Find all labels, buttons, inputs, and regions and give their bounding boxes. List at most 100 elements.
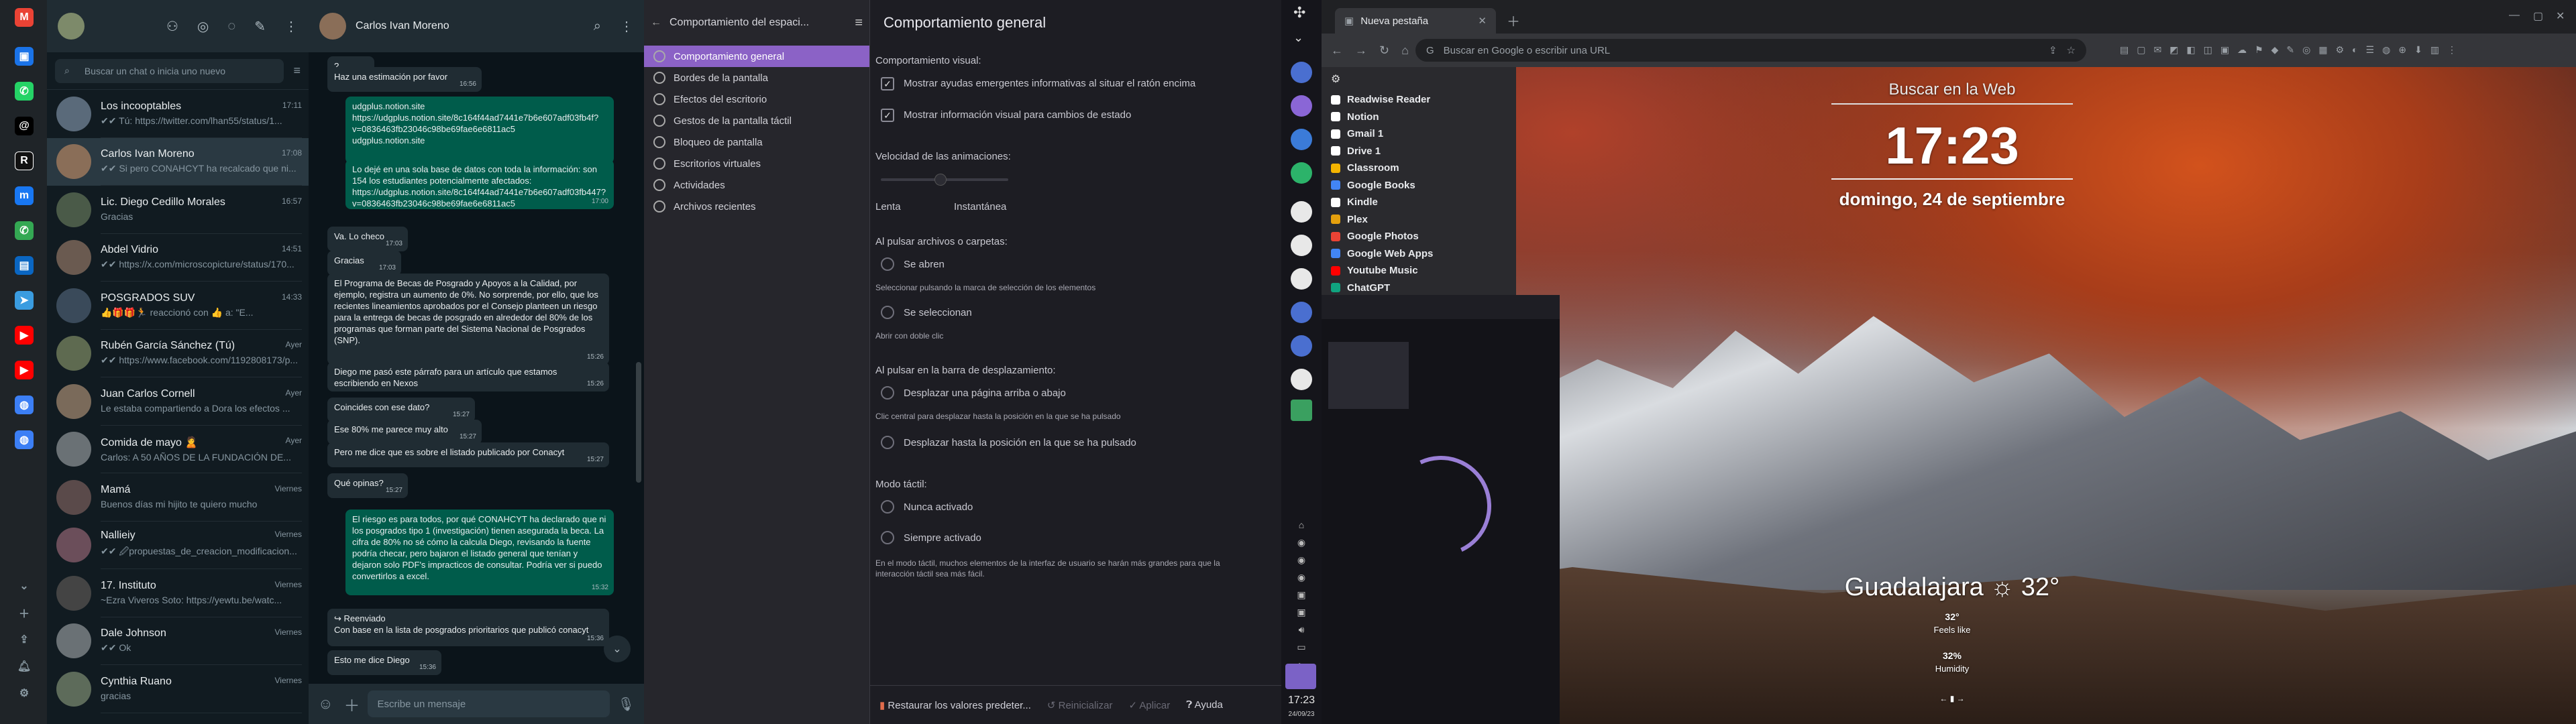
clock-date[interactable]: 24/09/23	[1281, 711, 1322, 718]
select-radio-label[interactable]: Se seleccionan	[904, 307, 972, 318]
folder-icon[interactable]	[1285, 664, 1316, 689]
hamburger-icon[interactable]: ≡	[855, 15, 863, 31]
chat-item[interactable]: Lic. Diego Cedillo Morales 16:57 Gracias	[47, 186, 309, 234]
reset-button[interactable]: ▮ Restaurar los valores predeter...	[879, 699, 1031, 711]
bookmark-item[interactable]: Classroom	[1322, 160, 1516, 177]
new-chat-icon[interactable]: ✎	[254, 18, 266, 35]
always-radio-label[interactable]: Siempre activado	[904, 532, 981, 544]
telegram-icon[interactable]: ➤	[15, 291, 34, 310]
bookmark-item[interactable]: Gmail 1	[1322, 125, 1516, 143]
chat-item[interactable]: Dale Johnson Viernes ✔✔ Ok	[47, 617, 309, 665]
chat-item[interactable]: Comida de mayo 🙎 Ayer Carlos: A 50 AÑOS D…	[47, 426, 309, 473]
web-icon[interactable]: ◍	[15, 396, 34, 414]
gmail-icon[interactable]: M	[15, 8, 34, 27]
channels-icon[interactable]: ◌	[227, 19, 235, 34]
sidebar-item[interactable]: Comportamiento general	[644, 46, 869, 67]
chat-item[interactable]: Juan Carlos Cornell Ayer Le estaba compar…	[47, 377, 309, 426]
home-icon[interactable]: ⌂	[1401, 44, 1409, 58]
app-icon-10[interactable]	[1291, 369, 1312, 390]
microphone-icon[interactable]: 🎙︎	[618, 696, 635, 713]
sidebar-item[interactable]: Bordes de la pantalla	[644, 67, 869, 88]
message-input[interactable]: Escribe un mensaje	[368, 690, 610, 717]
slider-handle[interactable]	[934, 174, 947, 186]
chrome-app-icon[interactable]	[1291, 62, 1312, 83]
files-icon[interactable]	[1291, 129, 1312, 150]
close-window-icon[interactable]: ✕	[2556, 9, 2565, 23]
overlay-side-icons[interactable]	[1529, 328, 1550, 463]
tooltip-checkbox[interactable]: ✓	[881, 77, 894, 90]
docs-icon[interactable]: ▤	[15, 256, 34, 275]
apply-button[interactable]: ✓ Aplicar	[1128, 699, 1170, 711]
chat-item[interactable]: 17. Instituto Viernes ~Ezra Viveros Soto:…	[47, 569, 309, 617]
app-icon-4[interactable]	[1291, 162, 1312, 184]
feedback-checkbox-label[interactable]: Mostrar información visual para cambios …	[904, 109, 1131, 121]
phone-icon[interactable]: ✆	[15, 221, 34, 240]
app-icon-7[interactable]	[1291, 268, 1312, 290]
open-radio[interactable]	[881, 257, 894, 271]
search-icon[interactable]: ⌕	[594, 19, 601, 34]
scroll-down-icon[interactable]: ⌄	[604, 636, 631, 662]
message-bubble[interactable]: Va. Lo checo 17:03	[327, 227, 408, 251]
weather-widget[interactable]: Guadalajara ☼ 32°	[1838, 573, 2066, 602]
overlay-thumbnail[interactable]	[1328, 342, 1409, 409]
back-arrow-icon[interactable]: ←	[651, 17, 661, 29]
tooltip-checkbox-label[interactable]: Mostrar ayudas emergentes informativas a…	[904, 78, 1195, 89]
bookmarks-gear-icon[interactable]: ⚙	[1322, 67, 1516, 91]
launcher-icon[interactable]: ✣	[1293, 4, 1305, 21]
chat-item[interactable]: Abdel Vidrio 14:51 ✔✔ https://x.com/micro…	[47, 234, 309, 282]
chat-item[interactable]: POSGRADOS SUV 14:33 👍🎁🎁🏃 reaccionó con 👍 …	[47, 282, 309, 330]
new-tab-icon[interactable]: ＋	[1507, 11, 1520, 30]
message-bubble[interactable]: Qué opinas? 15:27	[327, 473, 408, 498]
chevron-down-icon[interactable]: ⌄	[15, 577, 34, 595]
share-icon[interactable]: ⇪	[2049, 44, 2057, 56]
calendar-icon[interactable]: ▣	[15, 47, 34, 66]
forward-icon[interactable]: →	[1355, 44, 1367, 58]
communities-icon[interactable]: ⚇	[166, 18, 178, 35]
bookmark-item[interactable]: ChatGPT	[1322, 280, 1516, 297]
menu-icon[interactable]: ⋮	[284, 18, 298, 35]
messenger-icon[interactable]: m	[15, 186, 34, 205]
open-radio-label[interactable]: Se abren	[904, 259, 945, 270]
whatsapp-icon[interactable]: ✆	[15, 82, 34, 101]
bookmark-item[interactable]: Google Photos	[1322, 228, 1516, 245]
close-icon[interactable]: ✕	[1478, 15, 1487, 27]
app-icon-9[interactable]	[1291, 335, 1312, 357]
message-bubble[interactable]: Pero me dice que es sobre el listado pub…	[327, 442, 609, 467]
tab-new[interactable]: ▣ Nueva pestaña ✕	[1335, 8, 1496, 34]
clock-time[interactable]: 17:23	[1281, 695, 1322, 707]
chat-item[interactable]: Cynthia Ruano Viernes gracias	[47, 665, 309, 713]
page-radio[interactable]	[881, 386, 894, 400]
minimize-icon[interactable]: —	[2509, 9, 2520, 21]
message-bubble[interactable]: Ese 80% me parece muy alto 15:27	[327, 420, 482, 444]
bookmark-item[interactable]: Google Books	[1322, 177, 1516, 194]
reload-icon[interactable]: ↻	[1379, 44, 1389, 58]
chat-item[interactable]: Carlos Ivan Moreno 17:08 ✔✔ Si pero CONAH…	[47, 137, 309, 186]
status-icon[interactable]: ◎	[197, 18, 209, 35]
contact-avatar[interactable]	[319, 13, 346, 40]
web-search-box[interactable]: Buscar en la Web	[1831, 80, 2073, 105]
message-bubble[interactable]: Lo dejé en una sola base de datos con to…	[345, 160, 614, 209]
message-bubble[interactable]: Esto me dice Diego 15:36	[327, 650, 441, 675]
back-icon[interactable]: ←	[1331, 44, 1343, 58]
never-radio-label[interactable]: Nunca activado	[904, 501, 973, 513]
app-icon-11[interactable]	[1291, 400, 1312, 421]
expand-icon[interactable]: ⌄	[1293, 31, 1303, 45]
message-list[interactable]: ? 16:47Haz una estimación por favor16:56…	[309, 52, 644, 684]
sidebar-item[interactable]: Escritorios virtuales	[644, 153, 869, 174]
add-icon[interactable]: ＋	[15, 603, 34, 622]
bookmark-item[interactable]: Kindle	[1322, 194, 1516, 211]
chat-item[interactable]: Nallieiy Viernes ✔✔ 🖉propuestas_de_creaci…	[47, 522, 309, 569]
extension-icons[interactable]: ▤▢✉◩◧◫▣☁⚑◆✎◎▦⚙◐☰◍⊕⬇▥⋮	[2120, 44, 2465, 56]
address-bar[interactable]: G Buscar en Google o escribir una URL ⇪ …	[1415, 39, 2086, 62]
message-bubble[interactable]: Haz una estimación por favor 16:56	[327, 67, 482, 92]
animation-slider[interactable]	[881, 174, 1008, 186]
sidebar-item[interactable]: Gestos de la pantalla táctil	[644, 110, 869, 131]
scrollbar[interactable]	[636, 362, 641, 483]
gear-icon[interactable]: ⚙	[15, 684, 34, 703]
overlay-titlebar[interactable]	[1322, 295, 1560, 319]
attach-icon[interactable]: ＋	[343, 692, 360, 716]
feedback-checkbox[interactable]: ✓	[881, 109, 894, 122]
firefox-icon[interactable]	[1291, 95, 1312, 117]
always-radio[interactable]	[881, 531, 894, 544]
never-radio[interactable]	[881, 500, 894, 514]
